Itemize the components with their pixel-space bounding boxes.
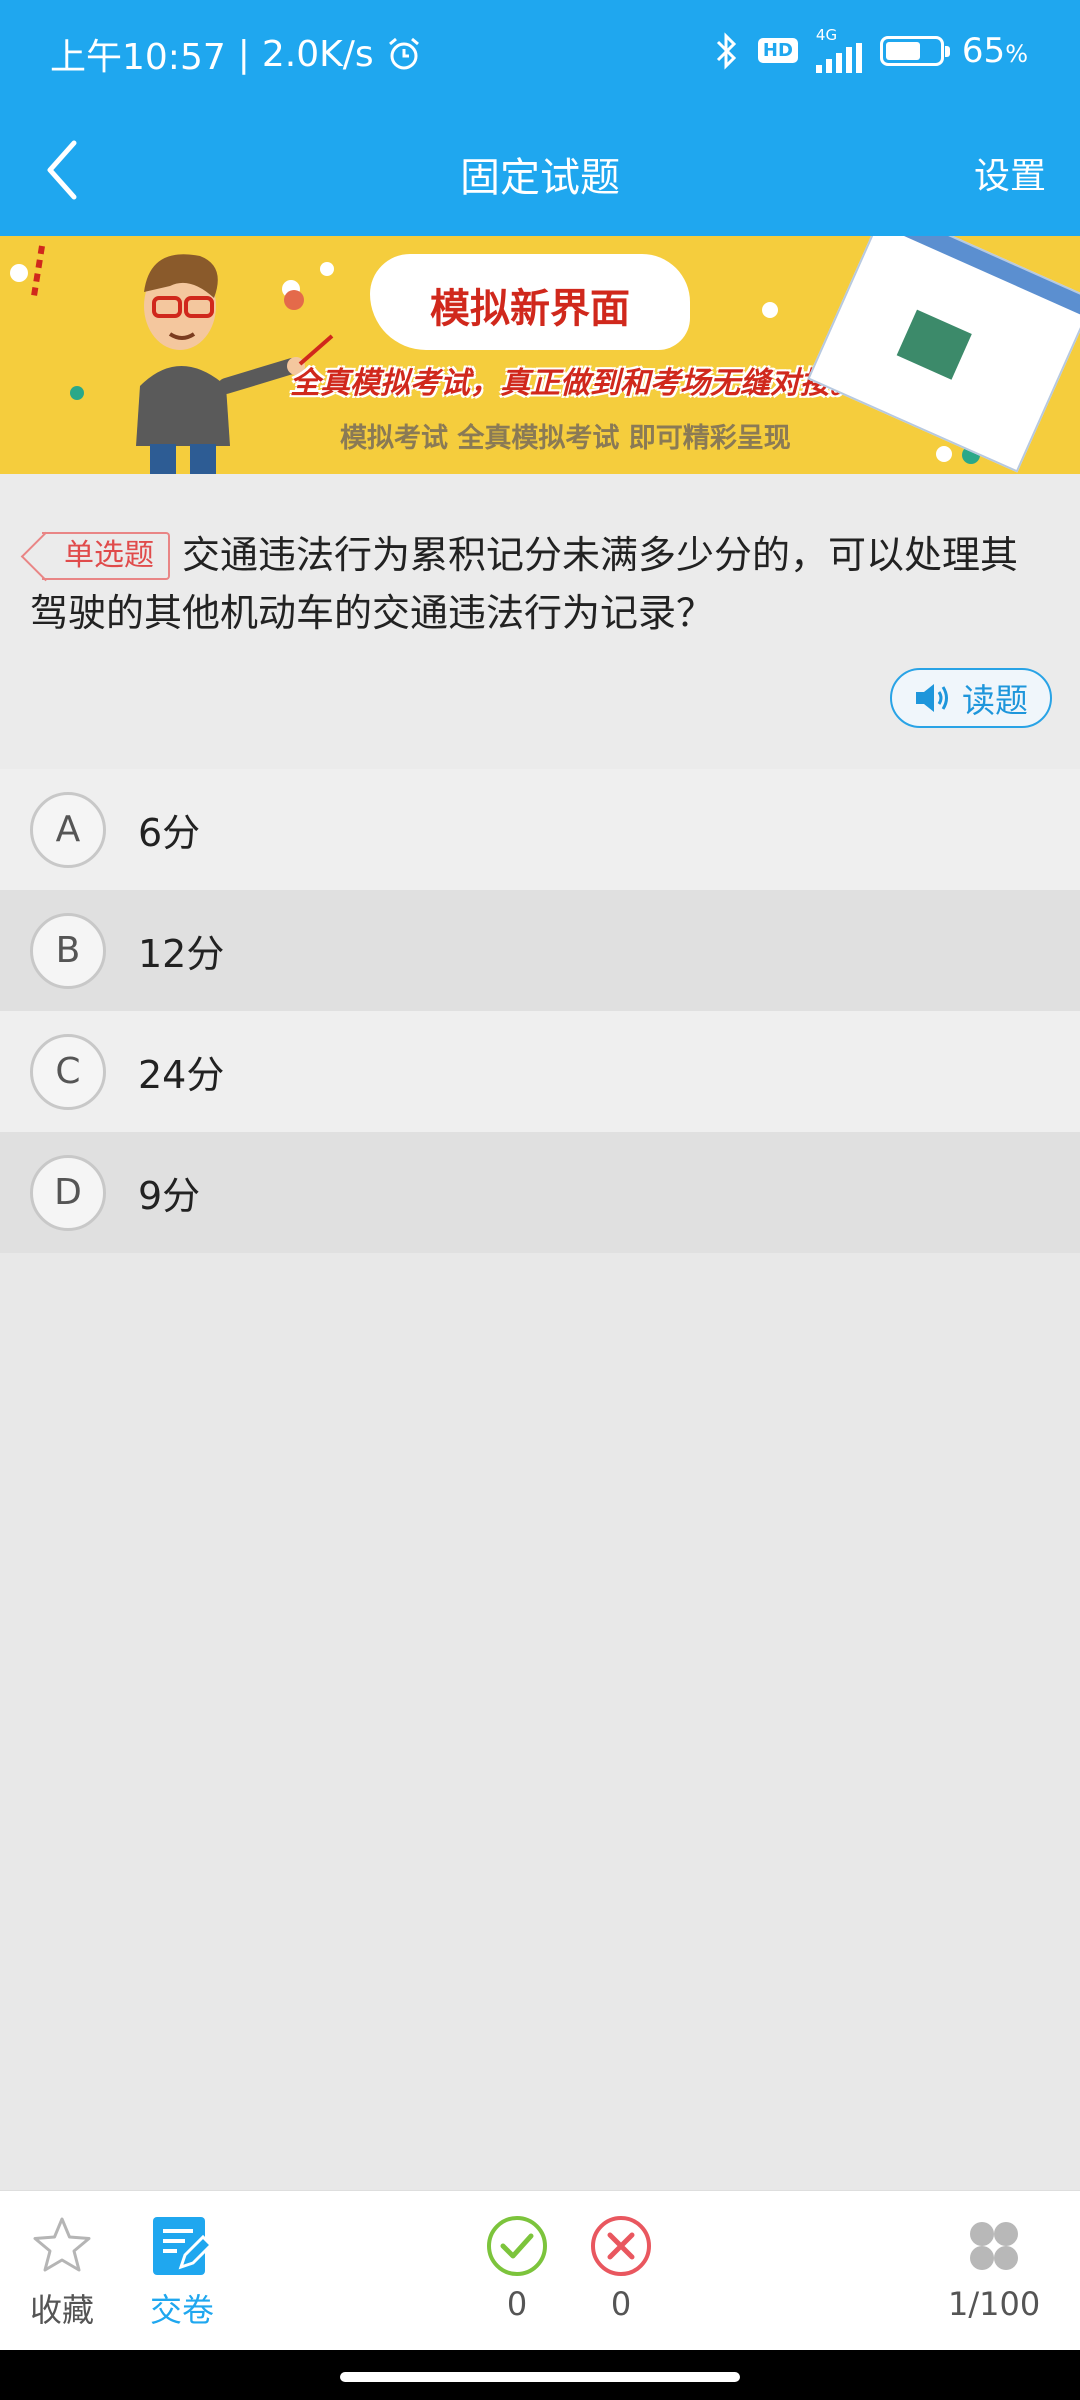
question-type-tag: 单选题 — [42, 532, 170, 580]
option-a[interactable]: A 6分 — [0, 769, 1080, 890]
favorite-button[interactable]: 收藏 — [30, 2215, 94, 2331]
settings-button[interactable]: 设置 — [974, 147, 1046, 199]
question-text: 单选题 交通违法行为累积记分未满多少分的，可以处理其驾驶的其他机动车的交通违法行为… — [30, 526, 1050, 642]
banner-dot — [936, 446, 952, 462]
page-title: 固定试题 — [460, 155, 620, 201]
app-bar: 固定试题 设置 — [0, 105, 1080, 236]
hd-badge: HD — [757, 38, 798, 63]
bottom-toolbar: 收藏 交卷 0 0 1/100 — [0, 2190, 1080, 2350]
cellular-indicator: 4G — [815, 26, 862, 73]
option-text: 6分 — [138, 811, 201, 855]
question-progress: 1/100 — [948, 2285, 1041, 2323]
banner-caption: 模拟考试 全真模拟考试 即可精彩呈现 — [340, 423, 791, 454]
battery-icon — [879, 35, 950, 66]
banner-dot — [762, 302, 778, 318]
option-c[interactable]: C 24分 — [0, 1011, 1080, 1132]
banner-screen-illustration — [807, 236, 1080, 473]
promo-banner[interactable]: 模拟新界面 全真模拟考试，真正做到和考场无缝对接。 模拟考试 全真模拟考试 即可… — [0, 236, 1080, 474]
alarm-icon — [388, 37, 419, 70]
read-question-label: 读题 — [962, 681, 1028, 720]
speaker-icon — [916, 684, 948, 712]
question-body: 交通违法行为累积记分未满多少分的，可以处理其驾驶的其他机动车的交通违法行为记录？ — [30, 533, 1019, 635]
option-letter: A — [30, 791, 106, 868]
submit-exam-label: 交卷 — [150, 2291, 215, 2329]
status-bar: 上午10:57 | 2.0K/s HD 4G 65% — [0, 0, 1080, 105]
banner-headline: 模拟新界面 — [430, 285, 630, 332]
option-text: 24分 — [138, 1053, 225, 1097]
submit-exam-button[interactable]: 交卷 — [150, 2215, 214, 2331]
check-circle-icon — [487, 2216, 547, 2276]
banner-dot — [10, 264, 28, 282]
grid-icon — [970, 2222, 1019, 2270]
star-icon — [33, 2217, 91, 2272]
network-speed: 2.0K/s — [261, 33, 374, 75]
option-d[interactable]: D 9分 — [0, 1132, 1080, 1253]
question-area: 单选题 交通违法行为累积记分未满多少分的，可以处理其驾驶的其他机动车的交通违法行为… — [0, 474, 1080, 769]
battery-fill — [885, 41, 920, 60]
network-type: 4G — [815, 26, 838, 44]
option-letter: B — [30, 912, 106, 989]
banner-subline: 全真模拟考试，真正做到和考场无缝对接。 — [290, 366, 860, 401]
correct-counter[interactable]: 0 — [486, 2215, 548, 2323]
wrong-count: 0 — [610, 2285, 632, 2323]
option-letter: D — [30, 1154, 106, 1231]
option-text: 12分 — [138, 932, 225, 976]
wrong-counter[interactable]: 0 — [590, 2215, 652, 2323]
correct-count: 0 — [506, 2285, 528, 2323]
battery-unit: % — [1005, 39, 1028, 68]
status-left: 上午10:57 | 2.0K/s — [50, 28, 422, 80]
battery-percent: 65% — [962, 31, 1028, 71]
battery-value: 65 — [961, 30, 1006, 71]
question-grid-button[interactable]: 1/100 — [948, 2215, 1040, 2323]
signal-icon — [815, 43, 862, 73]
cross-circle-icon — [591, 2216, 651, 2276]
option-text: 9分 — [138, 1174, 201, 1218]
answer-options: A 6分 B 12分 C 24分 D 9分 — [0, 769, 1080, 1253]
favorite-label: 收藏 — [30, 2291, 95, 2329]
read-question-button[interactable]: 读题 — [890, 668, 1052, 728]
bluetooth-icon — [716, 31, 737, 70]
status-right: HD 4G 65% — [712, 28, 1028, 73]
status-time: 上午10:57 — [50, 37, 226, 78]
cartoon-teacher-illustration — [31, 245, 334, 474]
option-b[interactable]: B 12分 — [0, 890, 1080, 1011]
navigation-bar — [0, 2350, 1080, 2400]
edit-paper-icon — [153, 2217, 213, 2275]
status-separator: | — [237, 33, 250, 75]
option-letter: C — [30, 1033, 106, 1110]
home-indicator[interactable] — [340, 2372, 740, 2382]
